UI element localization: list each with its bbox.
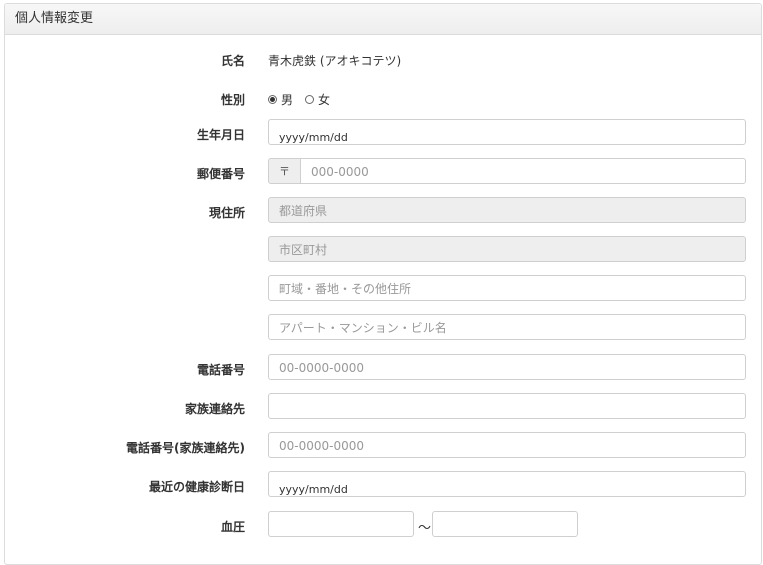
city-input[interactable]: 市区町村 [268,236,746,262]
family-contact-input[interactable] [268,393,746,419]
gender-radio-group: 男 女 [268,91,330,108]
birthday-placeholder: yyyy/mm/dd [279,131,348,144]
postal-label: 郵便番号 [196,167,245,181]
gender-female-radio[interactable] [305,95,315,104]
blood-pressure-label: 血圧 [220,520,245,534]
prefecture-input[interactable]: 都道府県 [268,197,746,223]
postal-prefix: 〒 [268,158,300,184]
building-input[interactable]: アパート・マンション・ビル名 [268,314,746,340]
phone-label: 電話番号 [196,363,245,377]
gender-male-radio[interactable] [268,95,277,104]
name-label: 氏名 [220,54,245,68]
checkup-date-label: 最近の健康診断日 [148,480,245,494]
street-input[interactable]: 町域・番地・その他住所 [268,275,746,301]
birthday-input[interactable]: yyyy/mm/dd [268,119,746,145]
family-phone-label: 電話番号(家族連絡先) [126,441,245,455]
profile-edit-panel: 個人情報変更 氏名 青木虎鉄 (アオキコテツ) 性別 男 女 生年月日 yyyy… [4,3,762,565]
blood-pressure-separator: ～ [418,521,432,536]
address-label: 現住所 [208,206,245,220]
name-value: 青木虎鉄 (アオキコテツ) [268,54,402,68]
checkup-date-input[interactable]: yyyy/mm/dd [268,471,746,497]
gender-male-label[interactable]: 男 [281,91,293,108]
birthday-label: 生年月日 [196,128,245,142]
panel-title: 個人情報変更 [5,4,761,35]
family-phone-input[interactable]: 00-0000-0000 [268,432,746,458]
gender-label: 性別 [220,93,245,107]
blood-pressure-diastolic-input[interactable] [432,511,578,537]
checkup-date-placeholder: yyyy/mm/dd [279,483,348,496]
family-contact-label: 家族連絡先 [184,402,245,416]
phone-input[interactable]: 00-0000-0000 [268,354,746,380]
blood-pressure-systolic-input[interactable] [268,511,414,537]
postal-input[interactable]: 000-0000 [300,158,746,184]
gender-female-label[interactable]: 女 [318,91,330,108]
